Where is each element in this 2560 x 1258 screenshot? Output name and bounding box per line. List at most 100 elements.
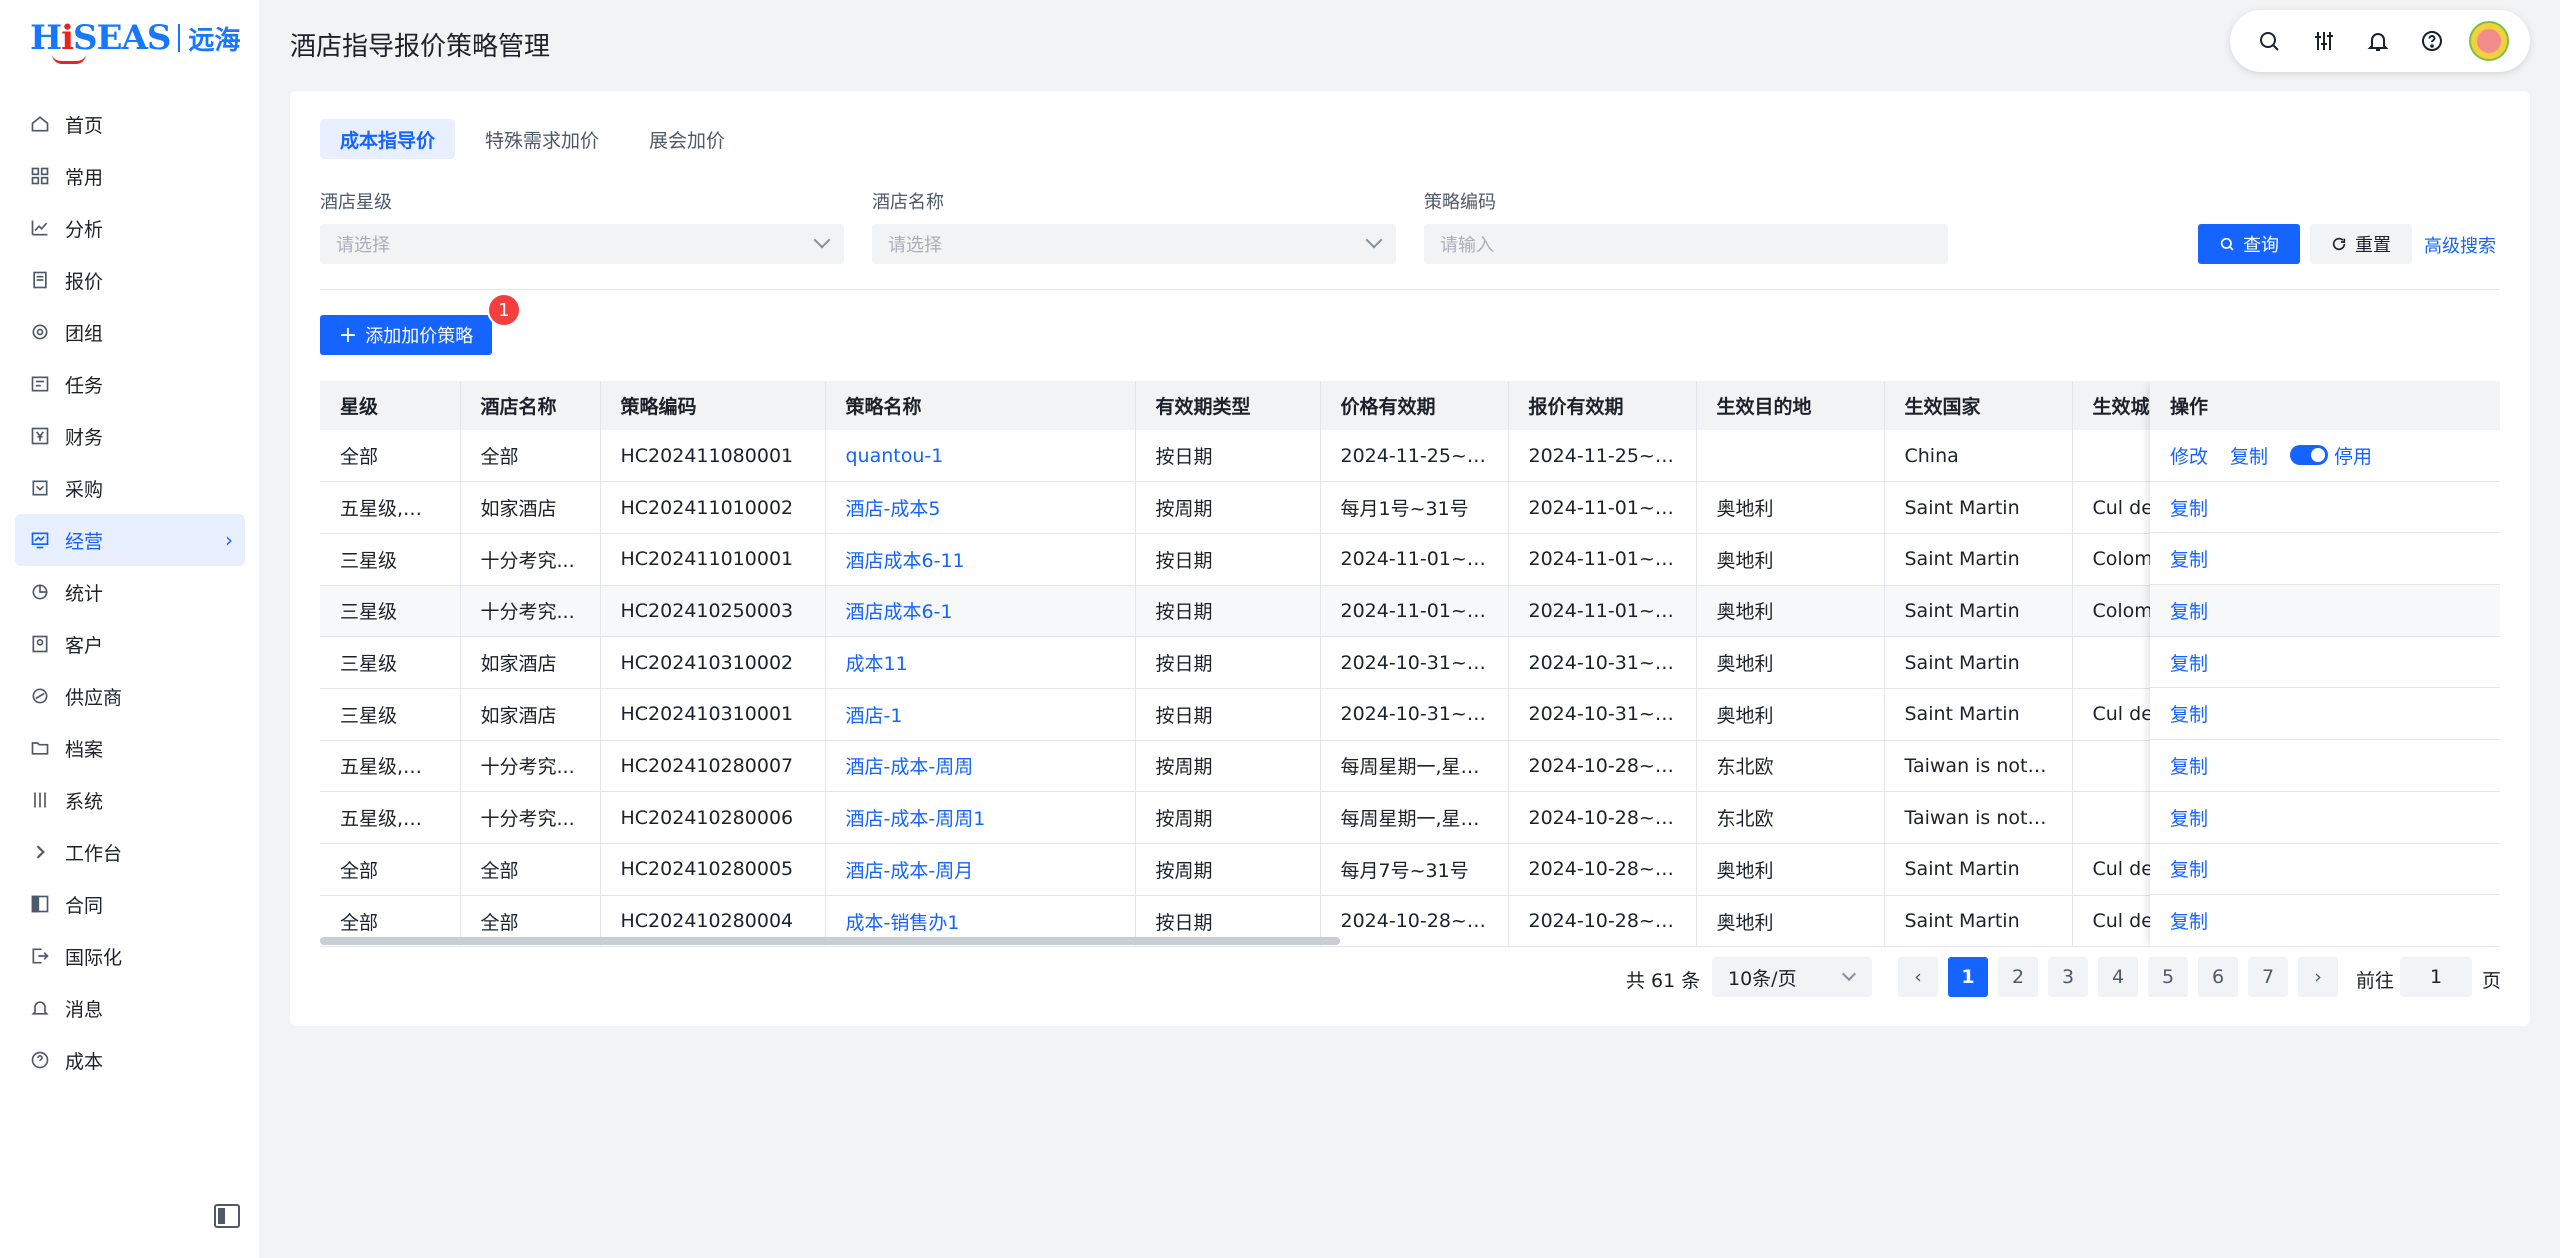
- edit-link[interactable]: 修改: [2170, 442, 2208, 469]
- page-button[interactable]: 3: [2048, 957, 2088, 997]
- strategy-name-link[interactable]: quantou-1: [825, 430, 1136, 483]
- table-cell: HC202410310002: [600, 636, 826, 689]
- page-size-select[interactable]: 10条/页: [1712, 957, 1872, 997]
- table-cell: HC202410310001: [600, 688, 826, 741]
- page-button[interactable]: 5: [2148, 957, 2188, 997]
- contract-icon: [29, 893, 51, 915]
- table-cell: HC202410280007: [600, 740, 826, 793]
- horizontal-scrollbar[interactable]: [320, 937, 1340, 945]
- avatar-face: [2476, 29, 2501, 53]
- copy-link[interactable]: 复制: [2170, 907, 2208, 934]
- next-page-button[interactable]: ›: [2298, 957, 2338, 997]
- strategy-name-link[interactable]: 酒店-成本-周周1: [825, 791, 1136, 844]
- column-header: 生效国家: [1884, 381, 2073, 430]
- strategy-name-link[interactable]: 酒店-成本-周月: [825, 843, 1136, 896]
- table-cell: Saint Martin: [1884, 636, 2073, 689]
- page-button[interactable]: 6: [2198, 957, 2238, 997]
- chevron-right-icon: [29, 841, 51, 863]
- table-cell: 2024-10-28~20...: [1508, 740, 1697, 793]
- copy-link[interactable]: 复制: [2170, 752, 2208, 779]
- strategy-name-link[interactable]: 成本11: [825, 636, 1136, 689]
- sidebar-collapse-icon[interactable]: [214, 1204, 240, 1228]
- sidebar-item-2[interactable]: 分析: [15, 202, 245, 254]
- sidebar-item-17[interactable]: 消息: [15, 982, 245, 1034]
- sidebar-item-6[interactable]: 财务: [15, 410, 245, 462]
- notification-badge: 1: [487, 293, 521, 327]
- advanced-search-link[interactable]: 高级搜索: [2424, 232, 2496, 258]
- strategy-name-link[interactable]: 酒店成本6-1: [825, 585, 1136, 638]
- tab-1[interactable]: 特殊需求加价: [465, 119, 619, 159]
- tab-0[interactable]: 成本指导价: [320, 119, 456, 159]
- sidebar-item-4[interactable]: 团组: [15, 306, 245, 358]
- copy-link[interactable]: 复制: [2170, 494, 2208, 521]
- filter-code-input[interactable]: 请输入: [1424, 224, 1948, 264]
- copy-link[interactable]: 复制: [2170, 855, 2208, 882]
- column-header: 报价有效期: [1508, 381, 1697, 430]
- plus-icon: +: [338, 322, 358, 348]
- sidebar-item-label: 客户: [65, 634, 104, 657]
- table-cell: 全部: [320, 843, 461, 896]
- filter-star-select[interactable]: 请选择: [320, 224, 844, 264]
- sidebar-item-16[interactable]: 国际化: [15, 930, 245, 982]
- column-header: 酒店名称: [460, 381, 601, 430]
- user-avatar[interactable]: [2468, 21, 2509, 61]
- sidebar-item-9[interactable]: 统计: [15, 566, 245, 618]
- sidebar-item-label: 首页: [65, 114, 104, 137]
- table-cell: HC202410280005: [600, 843, 826, 896]
- document-icon: [29, 269, 51, 291]
- help-icon[interactable]: [2414, 23, 2450, 59]
- sidebar-item-15[interactable]: 合同: [15, 878, 245, 930]
- prev-page-button[interactable]: ‹: [1898, 957, 1938, 997]
- reset-button-label: 重置: [2355, 235, 2391, 256]
- sidebar-item-label: 系统: [65, 790, 104, 813]
- sidebar-item-12[interactable]: 档案: [15, 722, 245, 774]
- copy-link[interactable]: 复制: [2170, 545, 2208, 572]
- table-cell: 2024-11-25~20...: [1320, 430, 1509, 483]
- status-toggle[interactable]: [2290, 445, 2329, 466]
- sidebar-item-11[interactable]: 供应商: [15, 670, 245, 722]
- sidebar-item-8[interactable]: 经营 ›: [15, 514, 245, 566]
- table-cell: 2024-10-31~20...: [1320, 636, 1509, 689]
- page-button[interactable]: 1: [1948, 957, 1988, 997]
- bell-icon[interactable]: [2360, 23, 2396, 59]
- tab-2[interactable]: 展会加价: [629, 119, 745, 159]
- table-cell: 三星级: [320, 585, 461, 638]
- sidebar-item-18[interactable]: 成本: [15, 1034, 245, 1086]
- sidebar-item-3[interactable]: 报价: [15, 254, 245, 306]
- page-button[interactable]: 2: [1998, 957, 2038, 997]
- copy-link[interactable]: 复制: [2170, 597, 2208, 624]
- query-button[interactable]: 查询: [2198, 224, 2300, 264]
- sidebar-item-1[interactable]: 常用: [15, 150, 245, 202]
- sidebar-item-7[interactable]: 采购: [15, 462, 245, 514]
- strategy-name-link[interactable]: 酒店-成本-周周: [825, 740, 1136, 793]
- search-icon[interactable]: [2251, 23, 2287, 59]
- sidebar-item-5[interactable]: 任务: [15, 358, 245, 410]
- copy-link[interactable]: 复制: [2170, 649, 2208, 676]
- table-cell: 如家酒店: [460, 481, 601, 534]
- sidebar-item-10[interactable]: 客户: [15, 618, 245, 670]
- filter-hotel-select[interactable]: 请选择: [872, 224, 1396, 264]
- sidebar-item-label: 国际化: [65, 946, 123, 969]
- page-title: 酒店指导报价策略管理: [290, 32, 551, 62]
- sidebar-item-14[interactable]: 工作台: [15, 826, 245, 878]
- strategy-name-link[interactable]: 酒店-1: [825, 688, 1136, 741]
- page-button[interactable]: 4: [2098, 957, 2138, 997]
- sidebar-item-13[interactable]: 系统: [15, 774, 245, 826]
- task-icon: [29, 373, 51, 395]
- page-button[interactable]: 7: [2248, 957, 2288, 997]
- strategy-name-link[interactable]: 酒店成本6-11: [825, 533, 1136, 586]
- strategy-name-link[interactable]: 酒店-成本5: [825, 481, 1136, 534]
- settings-sliders-icon[interactable]: [2306, 23, 2342, 59]
- copy-link[interactable]: 复制: [2170, 804, 2208, 831]
- table-cell: HC202410280006: [600, 791, 826, 844]
- filter-star-label: 酒店星级: [320, 192, 392, 213]
- chevron-down-icon: [813, 231, 831, 249]
- table-cell: 十分考究...: [460, 791, 601, 844]
- copy-link[interactable]: 复制: [2170, 700, 2208, 727]
- goto-page-input[interactable]: 1: [2400, 957, 2472, 997]
- sidebar-item-0[interactable]: 首页: [15, 98, 245, 150]
- reset-button[interactable]: 重置: [2310, 224, 2412, 264]
- copy-link[interactable]: 复制: [2230, 442, 2268, 469]
- add-strategy-button[interactable]: + 添加加价策略: [320, 315, 492, 355]
- app-logo[interactable]: HiSEAS 远海: [30, 16, 240, 64]
